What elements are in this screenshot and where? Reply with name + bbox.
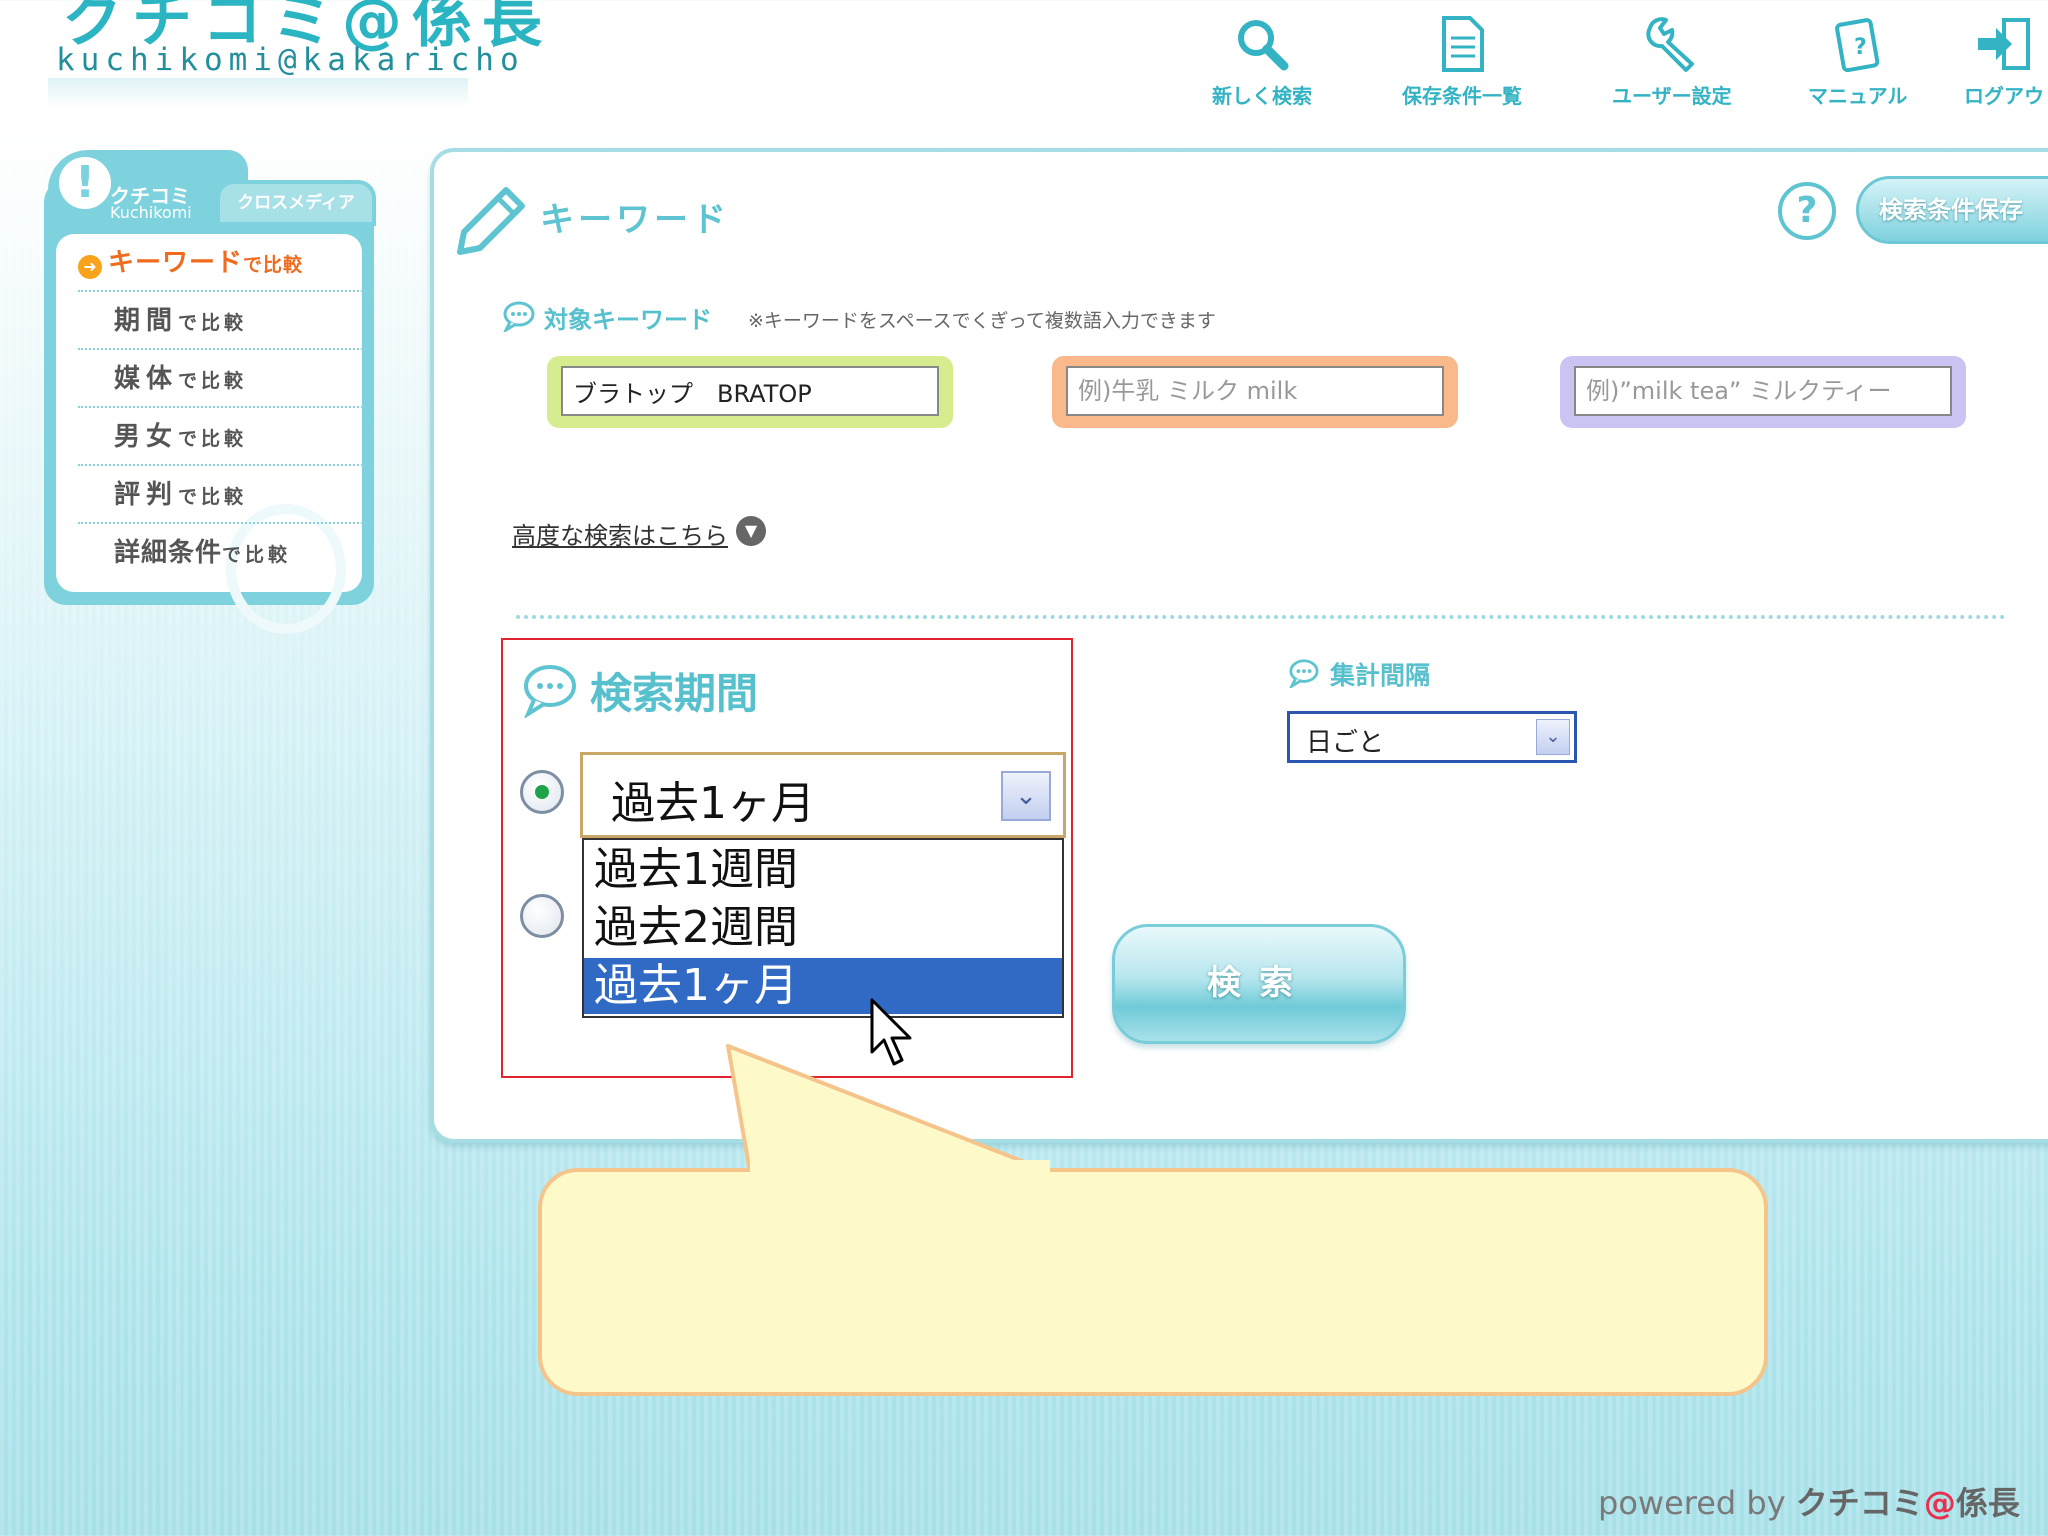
pencil-icon <box>457 187 525 255</box>
search-icon <box>1238 20 1289 71</box>
nav-new-search[interactable]: 新しく検索 <box>1212 14 1312 109</box>
keyword-note: ※キーワードをスペースでくぎって複数語入力できます <box>748 310 1216 332</box>
footer-brand-at: @ <box>1923 1484 1956 1522</box>
arrow-right-icon: ➜ <box>78 254 102 279</box>
tab-kuchikomi-sublabel: Kuchikomi <box>110 203 192 222</box>
nav-label: 新しく検索 <box>1212 84 1312 108</box>
dropdown-option-2-weeks[interactable]: 過去2週間 <box>584 900 1062 956</box>
nav-manual[interactable]: ? マニュアル <box>1808 14 1907 109</box>
period-dropdown-list: 過去1週間 過去2週間 過去1ヶ月 <box>582 838 1064 1018</box>
sidebar-item-detail[interactable]: 詳細条件で比較 <box>78 524 366 582</box>
powered-by-footer: powered by クチコミ@係長 <box>1598 1478 2020 1524</box>
page-title: キーワード <box>540 200 730 240</box>
advanced-search-link[interactable]: 高度な検索はこちら <box>512 516 728 551</box>
period-section-label: 検索期間 <box>590 669 759 718</box>
keyword-box-3 <box>1560 356 1966 428</box>
sidebar-item-reputation[interactable]: 評判で比較 <box>78 466 366 524</box>
search-button[interactable]: 検索 <box>1112 924 1406 1044</box>
callout-bubble <box>538 1168 1768 1396</box>
sidebar-item-gender[interactable]: 男女で比較 <box>78 408 366 466</box>
save-conditions-button[interactable]: 検索条件保存 <box>1856 176 2048 244</box>
keyword-box-1 <box>547 356 953 428</box>
document-icon <box>1442 16 1484 72</box>
logo-subtitle: kuchikomi@kakaricho <box>56 42 525 78</box>
dropdown-option-1-week[interactable]: 過去1週間 <box>584 842 1062 898</box>
radio-period-preset[interactable] <box>520 770 564 814</box>
chevron-down-icon: ⌄ <box>1536 719 1570 755</box>
sidebar-item-period[interactable]: 期間で比較 <box>78 292 366 350</box>
keyword-input-1[interactable] <box>561 366 939 416</box>
radio-period-custom[interactable] <box>520 894 564 938</box>
keyword-section-label: 対象キーワード <box>544 306 712 334</box>
tab-cross-media[interactable]: クロスメディア <box>216 180 376 226</box>
radio-selected-dot <box>535 785 549 799</box>
nav-saved-conditions[interactable]: 保存条件一覧 <box>1402 14 1522 109</box>
section-divider <box>516 615 2006 619</box>
triangle-down-icon[interactable]: ▼ <box>736 516 766 546</box>
nav-user-settings[interactable]: ユーザー設定 <box>1612 14 1732 109</box>
aggregation-select[interactable]: 日ごと ⌄ <box>1287 711 1577 763</box>
mouse-cursor-icon <box>870 998 912 1066</box>
speech-bubble-icon <box>524 665 576 718</box>
footer-brand-kuchikomi: クチコミ <box>1795 1484 1924 1522</box>
sidebar: クロスメディア ! クチコミ Kuchikomi ➜ キーワードで比較 期間で比較… <box>44 150 376 634</box>
sidebar-item-keyword[interactable]: ➜ キーワードで比較 <box>78 234 366 292</box>
aggregation-select-value: 日ごと <box>1306 728 1385 758</box>
manual-icon: ? <box>1834 18 1879 73</box>
help-button[interactable]: ? <box>1778 182 1836 240</box>
aggregation-label: 集計間隔 <box>1330 661 1431 690</box>
nav-label: ユーザー設定 <box>1612 84 1732 108</box>
period-select-value: 過去1ヶ月 <box>611 778 815 829</box>
callout-tail-join <box>750 1160 1050 1174</box>
keyword-box-2 <box>1052 356 1458 428</box>
nav-label: ログアウ <box>1964 84 2044 108</box>
exclamation-icon: ! <box>56 154 114 212</box>
nav-logout[interactable]: ログアウ <box>1964 14 2044 109</box>
chevron-down-icon: ⌄ <box>1001 771 1051 821</box>
sidebar-menu: ➜ キーワードで比較 期間で比較 媒体で比較 男女で比較 評判で比較 詳細条件で比… <box>56 234 366 634</box>
keyword-input-2[interactable] <box>1066 366 1444 416</box>
dropdown-option-1-month[interactable]: 過去1ヶ月 <box>584 958 1062 1014</box>
speech-bubble-icon <box>1289 659 1319 688</box>
sidebar-item-media[interactable]: 媒体で比較 <box>78 350 366 408</box>
period-select[interactable]: 過去1ヶ月 ⌄ <box>580 752 1066 838</box>
logout-icon <box>1978 18 2030 70</box>
svg-text:?: ? <box>1854 35 1867 60</box>
tab-cross-media-label: クロスメディア <box>237 193 355 213</box>
keyword-input-3[interactable] <box>1574 366 1952 416</box>
wrench-icon <box>1646 17 1694 72</box>
powered-by-text: powered by <box>1598 1484 1786 1522</box>
speech-bubble-icon <box>503 301 535 332</box>
footer-brand-kakaricho: 係長 <box>1955 1484 2020 1522</box>
logo-reflection <box>48 78 468 108</box>
nav-label: マニュアル <box>1808 84 1908 108</box>
nav-label: 保存条件一覧 <box>1402 84 1522 108</box>
